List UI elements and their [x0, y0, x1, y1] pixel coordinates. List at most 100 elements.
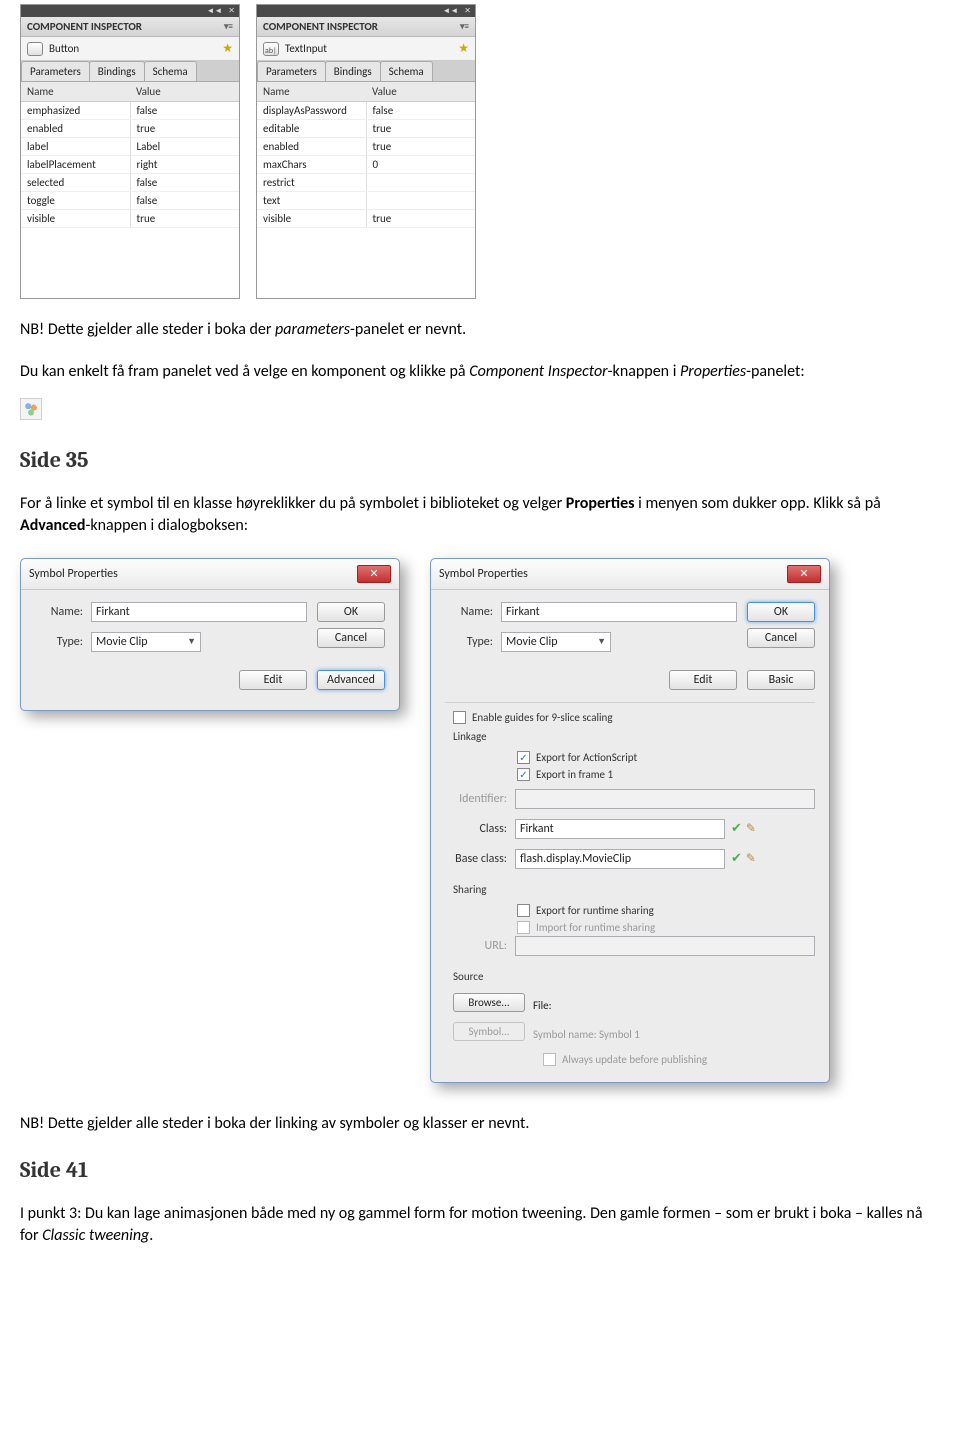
name-field[interactable]: Firkant [501, 602, 737, 622]
table-row: visibletrue [257, 210, 475, 228]
pencil-icon[interactable]: ✎ [746, 821, 756, 836]
symbol-properties-dialog-basic: Symbol Properties ✕ Name: Firkant Type: … [20, 558, 400, 711]
paragraph-nb-parameters: NB! Dette gjelder alle steder i boka der… [20, 319, 940, 341]
divider [445, 702, 815, 703]
edit-button[interactable]: Edit [669, 670, 737, 690]
symbol-name-label: Symbol name: Symbol 1 [533, 1028, 640, 1041]
parameters-table: NameValue emphasizedfalse enabledtrue la… [21, 82, 239, 228]
identifier-field [515, 789, 815, 809]
export-actionscript-row: ✓ Export for ActionScript [509, 749, 815, 766]
export-actionscript-label: Export for ActionScript [536, 751, 637, 764]
edit-button[interactable]: Edit [239, 670, 307, 690]
cancel-button[interactable]: Cancel [747, 628, 815, 648]
class-field[interactable]: Firkant [515, 819, 725, 839]
base-class-field[interactable]: flash.display.MovieClip [515, 849, 725, 869]
table-row: togglefalse [21, 192, 239, 210]
name-field[interactable]: Firkant [91, 602, 307, 622]
heading-side-41: Side 41 [20, 1157, 940, 1183]
component-name: TextInput [285, 42, 327, 55]
close-icon[interactable]: ✕ [357, 565, 391, 583]
type-select[interactable]: Movie Clip ▼ [501, 632, 611, 652]
tab-parameters[interactable]: Parameters [21, 61, 90, 81]
ok-button[interactable]: OK [747, 602, 815, 622]
table-row: restrict [257, 174, 475, 192]
symbol-properties-dialog-advanced: Symbol Properties ✕ Name: Firkant Type: … [430, 558, 830, 1083]
component-inspector-panel-button: ◄◄ ✕ COMPONENT INSPECTOR ▾≡ Button ★ Par… [20, 4, 240, 299]
enable-9slice-checkbox[interactable] [453, 711, 466, 724]
sharing-section-label: Sharing [445, 879, 815, 902]
panel-tabs: Parameters Bindings Schema [257, 61, 475, 82]
component-type-row: TextInput ★ [257, 37, 475, 61]
dialog-title: Symbol Properties [439, 567, 528, 581]
table-row: enabledtrue [257, 138, 475, 156]
dialog-buttons-column: OK Cancel [747, 602, 815, 662]
chevron-down-icon: ▼ [597, 636, 606, 647]
url-label: URL: [445, 939, 515, 953]
panel-dock-icon[interactable]: ◄◄ [206, 7, 222, 15]
tab-bindings[interactable]: Bindings [89, 61, 145, 81]
col-name: Name [21, 82, 130, 102]
paragraph-classic-tweening: I punkt 3: Du kan lage animasjonen både … [20, 1203, 940, 1248]
dialog-titlebar: Symbol Properties ✕ [21, 559, 399, 590]
component-inspector-toolbar-icon [20, 398, 42, 420]
advanced-button[interactable]: Advanced [317, 670, 385, 690]
tab-bindings[interactable]: Bindings [325, 61, 381, 81]
panel-tabs: Parameters Bindings Schema [21, 61, 239, 82]
pin-icon[interactable]: ★ [458, 41, 469, 56]
component-name: Button [49, 42, 79, 55]
panel-topbar: ◄◄ ✕ [21, 5, 239, 17]
class-label: Class: [445, 822, 515, 836]
table-row: visibletrue [21, 210, 239, 228]
panel-filler [257, 228, 475, 298]
ok-button[interactable]: OK [317, 602, 385, 622]
browse-button[interactable]: Browse... [453, 993, 525, 1012]
panel-header: COMPONENT INSPECTOR ▾≡ [21, 17, 239, 37]
panel-dock-icon[interactable]: ◄◄ [442, 7, 458, 15]
tab-parameters[interactable]: Parameters [257, 61, 326, 81]
component-inspector-panel-textinput: ◄◄ ✕ COMPONENT INSPECTOR ▾≡ TextInput ★ … [256, 4, 476, 299]
name-label: Name: [445, 605, 501, 619]
export-frame1-checkbox[interactable]: ✓ [517, 768, 530, 781]
close-icon[interactable]: ✕ [787, 565, 821, 583]
col-value: Value [366, 82, 475, 102]
table-row: selectedfalse [21, 174, 239, 192]
col-value: Value [130, 82, 239, 102]
cancel-button[interactable]: Cancel [317, 628, 385, 648]
panel-menu-icon[interactable]: ▾≡ [460, 21, 469, 32]
pin-icon[interactable]: ★ [222, 41, 233, 56]
panel-menu-icon[interactable]: ▾≡ [224, 21, 233, 32]
type-label: Type: [445, 635, 501, 649]
url-field [515, 936, 815, 956]
paragraph-symbol-link: For å linke et symbol til en klasse høyr… [20, 493, 940, 538]
table-row: editabletrue [257, 120, 475, 138]
pencil-icon[interactable]: ✎ [746, 851, 756, 866]
textinput-component-icon [263, 42, 279, 56]
identifier-label: Identifier: [445, 792, 515, 806]
always-update-row: Always update before publishing [535, 1051, 815, 1068]
export-actionscript-checkbox[interactable]: ✓ [517, 751, 530, 764]
tab-schema[interactable]: Schema [380, 61, 433, 81]
import-runtime-label: Import for runtime sharing [536, 921, 655, 934]
table-row: emphasizedfalse [21, 102, 239, 120]
export-frame1-row: ✓ Export in frame 1 [509, 766, 815, 783]
always-update-checkbox [543, 1053, 556, 1066]
panel-close-icon[interactable]: ✕ [464, 7, 471, 15]
panel-topbar: ◄◄ ✕ [257, 5, 475, 17]
dialog-title: Symbol Properties [29, 567, 118, 581]
type-select[interactable]: Movie Clip ▼ [91, 632, 201, 652]
browse-row: Browse... File: [445, 989, 815, 1018]
parameters-table: NameValue displayAsPasswordfalse editabl… [257, 82, 475, 228]
export-frame1-label: Export in frame 1 [536, 768, 613, 781]
panel-filler [21, 228, 239, 298]
panel-close-icon[interactable]: ✕ [228, 7, 235, 15]
basic-button[interactable]: Basic [747, 670, 815, 690]
dialog-body: Name: Firkant Type: Movie Clip ▼ OK Canc… [431, 590, 829, 1082]
tab-schema[interactable]: Schema [144, 61, 197, 81]
source-section-label: Source [445, 966, 815, 989]
symbol-button: Symbol... [453, 1022, 525, 1041]
dialogs-row: Symbol Properties ✕ Name: Firkant Type: … [20, 558, 940, 1083]
file-label: File: [533, 999, 552, 1012]
table-row: text [257, 192, 475, 210]
type-label: Type: [35, 635, 91, 649]
export-runtime-checkbox[interactable] [517, 904, 530, 917]
